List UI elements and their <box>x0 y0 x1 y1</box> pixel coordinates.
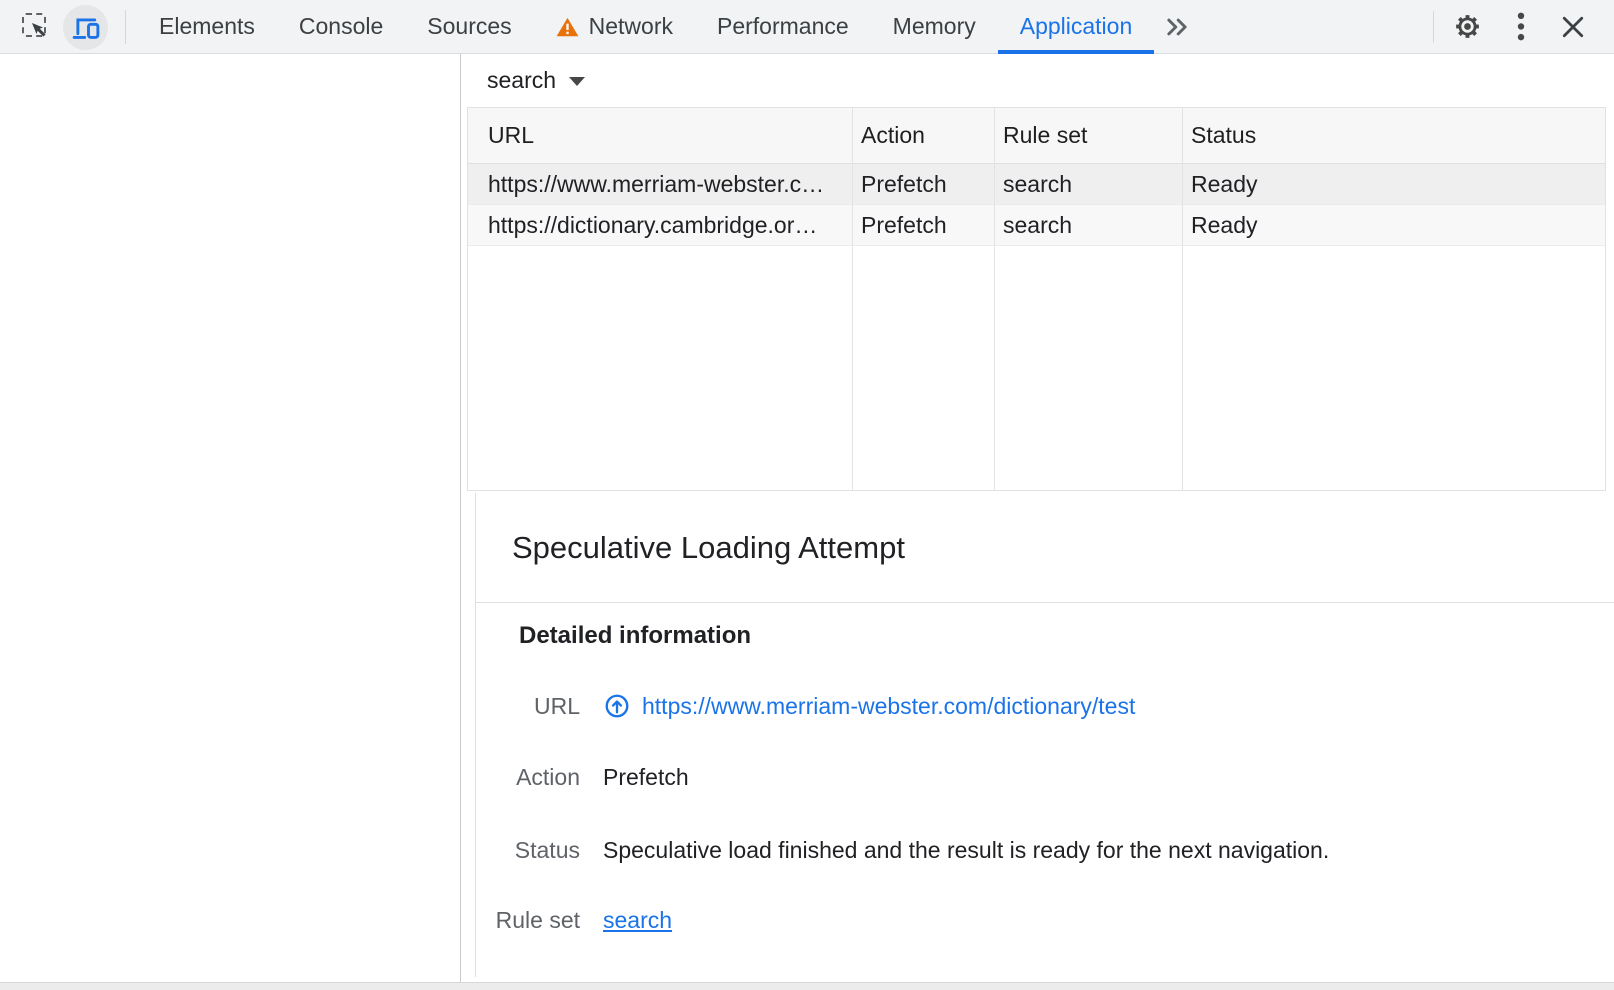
warning-icon <box>556 17 579 37</box>
field-value-action: Prefetch <box>603 764 689 791</box>
menu-button[interactable] <box>1516 0 1526 53</box>
field-label-rule-set: Rule set <box>475 907 580 934</box>
settings-button[interactable] <box>1452 0 1483 53</box>
filter-selected-value: search <box>487 67 556 94</box>
table-row[interactable]: https://dictionary.cambridge.or… Prefetc… <box>468 205 1605 246</box>
open-in-network-icon[interactable] <box>603 692 631 720</box>
column-divider[interactable] <box>994 108 995 490</box>
field-row-rule-set: Rule set search <box>475 902 672 938</box>
close-icon <box>1558 12 1588 42</box>
cell-rule-set: search <box>994 171 1182 198</box>
settings-gear-icon <box>1452 11 1483 42</box>
field-row-action: Action Prefetch <box>475 759 689 795</box>
device-toolbar-button[interactable] <box>63 5 108 50</box>
device-toolbar-icon <box>71 14 101 42</box>
cell-action: Prefetch <box>852 212 994 239</box>
close-devtools-button[interactable] <box>1558 0 1588 53</box>
field-label-status: Status <box>475 837 580 864</box>
toolbar-divider <box>125 10 126 44</box>
tab-console[interactable]: Console <box>277 0 405 53</box>
column-header-action[interactable]: Action <box>852 122 994 149</box>
tab-sources[interactable]: Sources <box>405 0 533 53</box>
rule-set-link[interactable]: search <box>603 907 672 934</box>
sidebar-divider[interactable] <box>460 54 461 982</box>
field-label-action: Action <box>475 764 580 791</box>
field-row-status: Status Speculative load finished and the… <box>475 832 1329 868</box>
bottom-status-strip <box>0 982 1614 990</box>
chevron-down-icon <box>569 77 585 86</box>
column-header-status[interactable]: Status <box>1182 122 1605 149</box>
panel-tabs: Elements Console Sources Network Perform… <box>137 0 1200 53</box>
rule-set-filter-dropdown[interactable]: search <box>487 60 585 100</box>
cell-status: Ready <box>1182 212 1605 239</box>
kebab-menu-icon <box>1516 11 1526 43</box>
cell-status: Ready <box>1182 171 1605 198</box>
url-link[interactable]: https://www.merriam-webster.com/dictiona… <box>642 693 1135 720</box>
column-divider[interactable] <box>852 108 853 490</box>
cell-url: https://www.merriam-webster.c… <box>468 171 852 198</box>
field-row-url: URL https://www.merriam-webster.com/dict… <box>475 688 1135 724</box>
tab-performance[interactable]: Performance <box>695 0 871 53</box>
tab-network[interactable]: Network <box>534 0 695 53</box>
devtools-window: Elements Console Sources Network Perform… <box>0 0 1614 990</box>
inspect-element-button[interactable] <box>20 10 56 46</box>
field-label-url: URL <box>475 693 580 720</box>
more-tabs-button[interactable] <box>1154 0 1200 53</box>
grid-header-row: URL Action Rule set Status <box>468 108 1605 164</box>
field-value-status: Speculative load finished and the result… <box>603 837 1329 864</box>
cell-action: Prefetch <box>852 171 994 198</box>
cursor-arrow-icon <box>30 21 49 40</box>
report-title: Speculative Loading Attempt <box>476 493 1614 603</box>
devtools-toolbar: Elements Console Sources Network Perform… <box>0 0 1614 54</box>
column-divider[interactable] <box>1182 108 1183 490</box>
table-row[interactable]: https://www.merriam-webster.c… Prefetch … <box>468 164 1605 205</box>
chevron-double-right-icon <box>1162 13 1192 41</box>
application-sidebar <box>0 54 460 982</box>
toolbar-right-divider <box>1433 11 1434 43</box>
column-header-url[interactable]: URL <box>468 122 852 149</box>
column-header-rule-set[interactable]: Rule set <box>994 122 1182 149</box>
tab-memory[interactable]: Memory <box>871 0 998 53</box>
speculations-data-grid: URL Action Rule set Status https://www.m… <box>467 107 1606 491</box>
detailed-information-heading: Detailed information <box>519 622 751 650</box>
tab-application[interactable]: Application <box>998 0 1155 53</box>
cell-rule-set: search <box>994 212 1182 239</box>
tab-elements[interactable]: Elements <box>137 0 277 53</box>
cell-url: https://dictionary.cambridge.or… <box>468 212 852 239</box>
